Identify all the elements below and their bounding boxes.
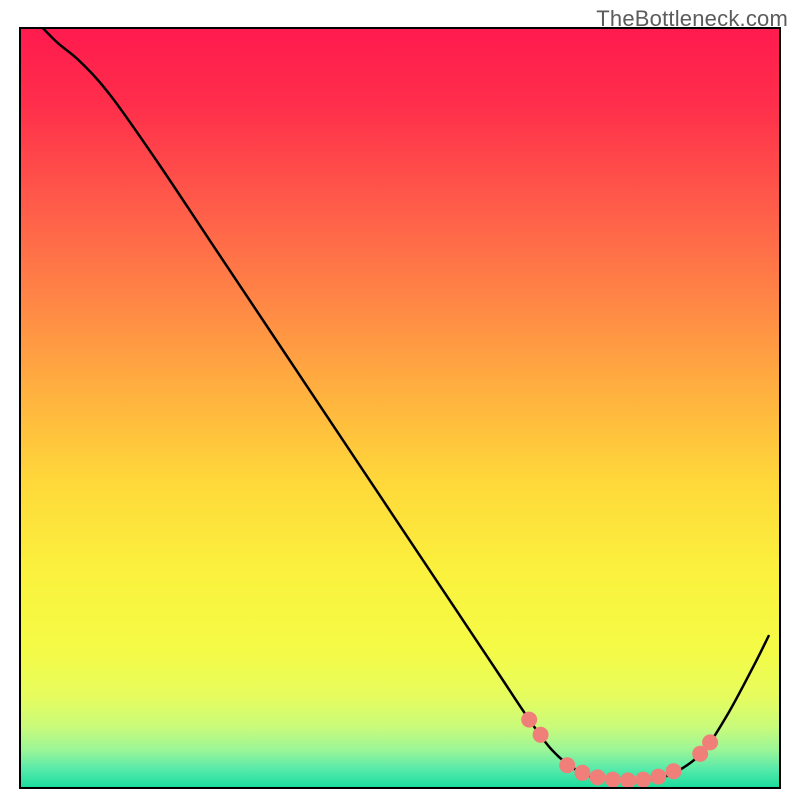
chart-svg — [0, 0, 800, 800]
watermark-text: TheBottleneck.com — [596, 6, 788, 32]
dot-highlight-dots-11 — [702, 734, 718, 750]
dot-highlight-dots-3 — [574, 765, 590, 781]
dot-highlight-dots-5 — [605, 772, 621, 788]
dot-highlight-dots-9 — [666, 763, 682, 779]
dot-highlight-dots-0 — [521, 712, 537, 728]
gradient-background — [20, 28, 780, 788]
chart-container: TheBottleneck.com — [0, 0, 800, 800]
plot-area — [20, 28, 780, 788]
dot-highlight-dots-8 — [650, 769, 666, 785]
dot-highlight-dots-1 — [533, 727, 549, 743]
dot-highlight-dots-2 — [559, 757, 575, 773]
dot-highlight-dots-4 — [590, 769, 606, 785]
dot-highlight-dots-6 — [620, 772, 636, 788]
dot-highlight-dots-7 — [635, 772, 651, 788]
